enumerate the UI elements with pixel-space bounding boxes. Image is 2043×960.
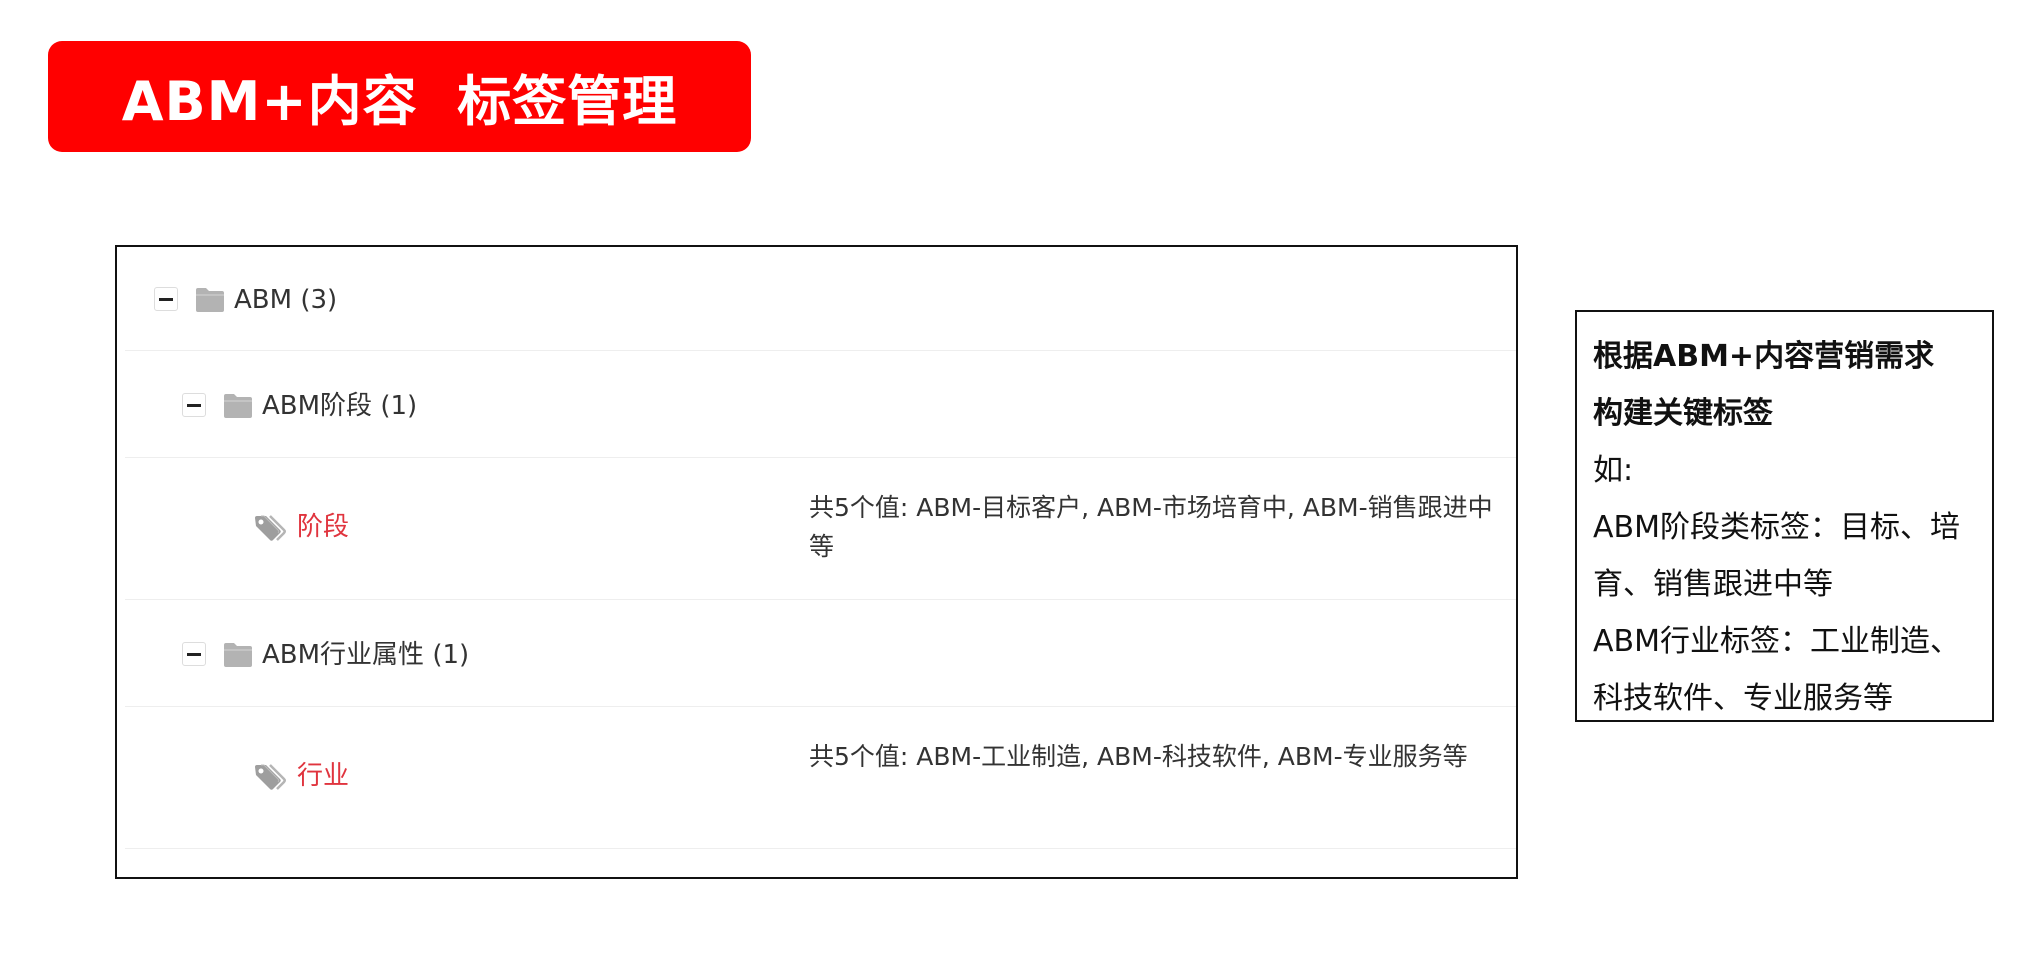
- tag-description-stage: 共5个值: ABM-目标客户, ABM-市场培育中, ABM-销售跟进中等: [809, 493, 1493, 561]
- tag-icon: [255, 764, 286, 790]
- tag-tree-panel: ABM (3) ABM阶段 (1) 阶段 共5个值: ABM-目标客户, ABM…: [115, 245, 1518, 879]
- collapse-button-stage[interactable]: [182, 393, 206, 417]
- tag-label-stage[interactable]: 阶段: [297, 512, 349, 542]
- tag-description-industry: 共5个值: ABM-工业制造, ABM-科技软件, ABM-专业服务等: [809, 742, 1468, 771]
- title-banner: ABM+内容 标签管理: [48, 41, 751, 152]
- tree-node-label-industry[interactable]: ABM行业属性 (1): [262, 640, 469, 670]
- tree-node-label-root[interactable]: ABM (3): [234, 285, 337, 315]
- collapse-button-industry[interactable]: [182, 642, 206, 666]
- note-example-label: 如:: [1593, 453, 1634, 488]
- tag-row-stage: 阶段 共5个值: ABM-目标客户, ABM-市场培育中, ABM-销售跟进中等: [125, 458, 1516, 600]
- minus-icon: [187, 403, 201, 407]
- tree-node-label-stage[interactable]: ABM阶段 (1): [262, 391, 417, 421]
- note-heading-line-2: 构建关键标签: [1593, 396, 1773, 431]
- tree-row-group-industry: ABM行业属性 (1): [125, 600, 1516, 707]
- minus-icon: [187, 652, 201, 656]
- folder-icon: [224, 394, 252, 418]
- note-heading-line-1: 根据ABM+内容营销需求: [1593, 339, 1935, 374]
- page-title: ABM+内容 标签管理: [121, 70, 678, 133]
- note-industry-line-2: 科技软件、专业服务等: [1593, 681, 1893, 716]
- tree-row-root: ABM (3): [125, 247, 1516, 351]
- note-stage-line-1: ABM阶段类标签：目标、培: [1593, 510, 1960, 545]
- folder-icon: [224, 643, 252, 667]
- note-industry-line-1: ABM行业标签：工业制造、: [1593, 624, 1960, 659]
- tree-row-group-stage: ABM阶段 (1): [125, 351, 1516, 458]
- note-box: 根据ABM+内容营销需求 构建关键标签 如: ABM阶段类标签：目标、培 育、销…: [1575, 310, 1994, 722]
- tag-row-industry: 行业 共5个值: ABM-工业制造, ABM-科技软件, ABM-专业服务等: [125, 707, 1516, 849]
- collapse-button-root[interactable]: [154, 287, 178, 311]
- folder-icon: [196, 288, 224, 312]
- tag-icon: [255, 515, 286, 541]
- minus-icon: [159, 297, 173, 301]
- note-stage-line-2: 育、销售跟进中等: [1593, 567, 1833, 602]
- tag-label-industry[interactable]: 行业: [297, 761, 349, 791]
